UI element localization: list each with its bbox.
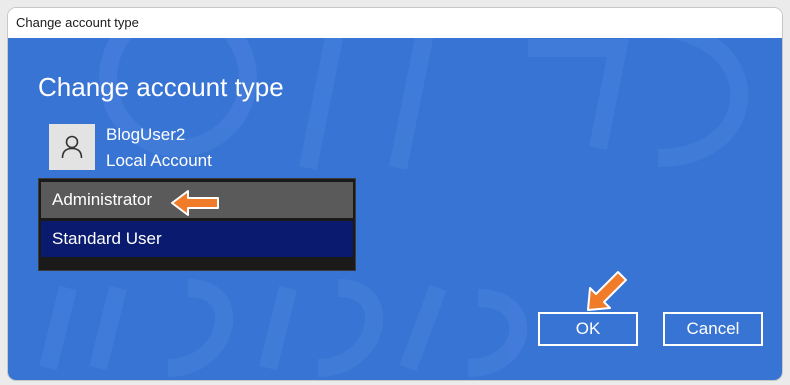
person-icon xyxy=(49,124,95,170)
option-standard-user[interactable]: Standard User xyxy=(41,221,353,257)
option-administrator[interactable]: Administrator xyxy=(41,182,353,218)
dialog-heading: Change account type xyxy=(38,72,284,102)
change-account-type-window: Change account type Change account type xyxy=(8,8,782,380)
dialog-body: Change account type BlogUser2 Local Acco… xyxy=(8,38,782,380)
account-name: BlogUser2 xyxy=(106,125,186,144)
account-type-label: Local Account xyxy=(106,151,212,170)
title-bar: Change account type xyxy=(8,8,782,38)
window-title: Change account type xyxy=(16,15,139,30)
account-type-dropdown-list[interactable]: Administrator Standard User xyxy=(38,178,356,271)
ok-button[interactable]: OK xyxy=(538,312,638,346)
cancel-button[interactable]: Cancel xyxy=(663,312,763,346)
